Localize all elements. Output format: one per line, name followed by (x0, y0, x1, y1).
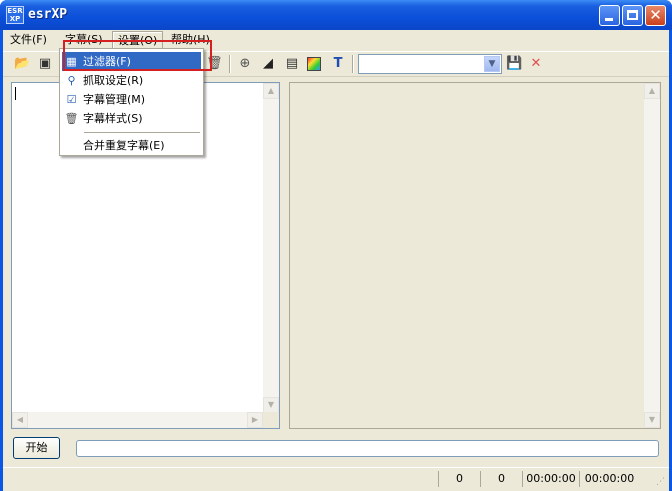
save-icon[interactable]: 💾 (506, 56, 522, 72)
resize-grip-icon[interactable]: ⋰ (656, 477, 667, 488)
menu-item-capture-settings[interactable]: ⚲ 抓取设定(R) (62, 71, 201, 90)
close-icon: ✕ (649, 6, 662, 24)
open-folder-icon[interactable]: 📂 (14, 56, 30, 72)
subtitle-manager-icon: ☑ (66, 93, 77, 106)
color-icon[interactable] (307, 57, 321, 71)
scroll-right-icon[interactable]: ▶ (247, 412, 263, 428)
minimize-icon (605, 18, 613, 21)
scroll-down-icon[interactable]: ▼ (263, 397, 279, 413)
menu-divider (84, 132, 200, 134)
title-bar[interactable]: ESR XP esrXP ✕ (0, 0, 672, 30)
menu-file[interactable]: 文件(F) (5, 31, 52, 48)
scroll-corner (263, 412, 279, 428)
chevron-down-icon[interactable]: ▼ (484, 56, 500, 72)
ramp-icon[interactable]: ◢ (260, 56, 276, 72)
scroll-left-icon[interactable]: ◀ (12, 412, 28, 428)
document-icon[interactable]: ▤ (284, 56, 300, 72)
window-title: esrXP (28, 7, 68, 22)
toolbar-separator (352, 55, 354, 73)
subtitle-style-icon: 🗑 (64, 112, 79, 125)
scroll-up-icon[interactable]: ▲ (644, 83, 660, 99)
app-icon[interactable]: ESR XP (6, 6, 24, 24)
maximize-icon (627, 10, 638, 20)
maximize-button[interactable] (622, 5, 643, 26)
zoom-in-icon[interactable]: ⊕ (237, 56, 253, 72)
annotation-highlight-box (63, 40, 212, 71)
status-bar: 0 0 00:00:00 00:00:00 ⋰ (3, 467, 669, 490)
toolbar-separator (229, 55, 231, 73)
status-cell: 00:00:00 (522, 471, 579, 487)
text-caret (15, 87, 16, 100)
menu-item-subtitle-manager[interactable]: ☑ 字幕管理(M) (62, 90, 201, 109)
capture-icon[interactable]: ▣ (37, 56, 53, 72)
vertical-scrollbar[interactable]: ▲ ▼ (263, 83, 279, 413)
app-window: ESR XP esrXP ✕ 文件(F) 字幕(S) 设置(O) 帮助(H) 📂… (0, 0, 672, 491)
status-cell: 0 (480, 471, 522, 487)
text-icon[interactable]: T (330, 56, 346, 72)
menu-item-merge-duplicates[interactable]: 合并重复字幕(E) (62, 136, 201, 155)
preview-vertical-scrollbar[interactable]: ▲ ▼ (644, 83, 660, 428)
preview-pane: ▲ ▼ (289, 82, 661, 429)
status-cell: 0 (438, 471, 480, 487)
start-button[interactable]: 开始 (13, 437, 60, 459)
progress-bar (76, 440, 659, 457)
subtitle-combo[interactable]: ▼ (358, 54, 502, 74)
close-button[interactable]: ✕ (645, 5, 666, 26)
scroll-up-icon[interactable]: ▲ (263, 83, 279, 99)
minimize-button[interactable] (599, 5, 620, 26)
magnifier-icon: ⚲ (67, 74, 76, 87)
status-cell: 00:00:00 (579, 471, 639, 487)
delete-icon[interactable]: ✕ (528, 56, 544, 72)
horizontal-scrollbar[interactable]: ◀ ▶ (12, 412, 263, 428)
menu-item-subtitle-style[interactable]: 🗑 字幕样式(S) (62, 109, 201, 128)
scroll-down-icon[interactable]: ▼ (644, 412, 660, 428)
